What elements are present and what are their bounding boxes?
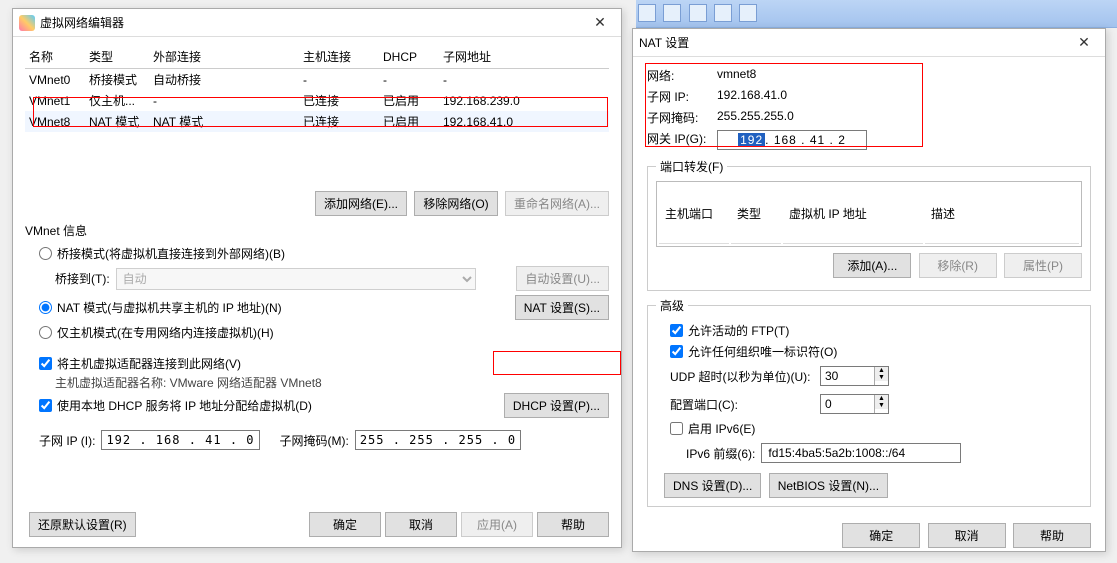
col-ext[interactable]: 外部连接	[149, 45, 299, 69]
help-button[interactable]: 帮助	[537, 512, 609, 537]
toolbar-icon	[689, 4, 707, 22]
advanced-legend: 高级	[656, 297, 688, 314]
col-name[interactable]: 名称	[25, 45, 85, 69]
subnet-mask-input[interactable]: 255 . 255 . 255 . 0	[355, 430, 521, 450]
subnet-mask-label: 子网掩码:	[647, 109, 717, 126]
background-toolbar	[636, 0, 1117, 28]
window-title: 虚拟网络编辑器	[40, 14, 585, 31]
ok-button[interactable]: 确定	[842, 523, 920, 548]
window-title: NAT 设置	[639, 34, 1069, 51]
close-icon[interactable]: ✕	[585, 14, 615, 31]
port-forward-table[interactable]: 主机端口 类型 虚拟机 IP 地址 描述	[656, 181, 1082, 247]
chk-any-oid-label: 允许任何组织唯一标识符(O)	[688, 343, 837, 360]
col-type[interactable]: 类型	[85, 45, 149, 69]
chk-any-oid[interactable]	[670, 345, 683, 358]
config-port-input[interactable]	[821, 395, 869, 413]
radio-bridge[interactable]	[39, 247, 52, 260]
apply-button: 应用(A)	[461, 512, 533, 537]
chk-active-ftp[interactable]	[670, 324, 683, 337]
vmnet-info-label: VMnet 信息	[25, 222, 609, 239]
properties-button: 属性(P)	[1004, 253, 1082, 278]
down-arrow-icon[interactable]: ▼	[875, 374, 888, 381]
radio-nat-label: NAT 模式(与虚拟机共享主机的 IP 地址)(N)	[57, 299, 282, 316]
subnet-mask-value: 255.255.255.0	[717, 109, 794, 126]
down-arrow-icon[interactable]: ▼	[875, 402, 888, 409]
restore-defaults-button[interactable]: 还原默认设置(R)	[29, 512, 136, 537]
gateway-ip-label: 网关 IP(G):	[647, 130, 717, 150]
auto-settings-button: 自动设置(U)...	[516, 266, 609, 291]
radio-hostonly-label: 仅主机模式(在专用网络内连接虚拟机)(H)	[57, 324, 274, 341]
col-subnet[interactable]: 子网地址	[439, 45, 609, 69]
network-value: vmnet8	[717, 67, 756, 84]
up-arrow-icon[interactable]: ▲	[875, 367, 888, 374]
titlebar: 虚拟网络编辑器 ✕	[13, 9, 621, 37]
subnet-ip-value: 192.168.41.0	[717, 88, 787, 105]
netbios-settings-button[interactable]: NetBIOS 设置(N)...	[769, 473, 888, 498]
remove-button: 移除(R)	[919, 253, 997, 278]
config-port-label: 配置端口(C):	[670, 396, 820, 413]
nat-settings-window: NAT 设置 ✕ 网络:vmnet8 子网 IP:192.168.41.0 子网…	[632, 28, 1106, 552]
chk-host-adapter[interactable]	[39, 357, 52, 370]
subnet-ip-input[interactable]: 192 . 168 . 41 . 0	[101, 430, 259, 450]
dns-settings-button[interactable]: DNS 设置(D)...	[664, 473, 761, 498]
ipv6-prefix-label: IPv6 前缀(6):	[686, 445, 755, 462]
virtual-network-editor-window: 虚拟网络编辑器 ✕ 名称 类型 外部连接 主机连接 DHCP 子网地址 VMne…	[12, 8, 622, 548]
col-vmip[interactable]: 虚拟机 IP 地址	[783, 184, 923, 244]
bridge-to-label: 桥接到(T):	[55, 270, 110, 287]
col-desc[interactable]: 描述	[925, 184, 1079, 244]
chk-host-adapter-label: 将主机虚拟适配器连接到此网络(V)	[57, 355, 241, 372]
col-host[interactable]: 主机连接	[299, 45, 379, 69]
table-row[interactable]: VMnet8 NAT 模式 NAT 模式 已连接 已启用 192.168.41.…	[25, 111, 609, 132]
chk-active-ftp-label: 允许活动的 FTP(T)	[688, 322, 789, 339]
help-button[interactable]: 帮助	[1013, 523, 1091, 548]
remove-network-button[interactable]: 移除网络(O)	[414, 191, 497, 216]
udp-timeout-spinner[interactable]: ▲▼	[820, 366, 889, 386]
up-arrow-icon[interactable]: ▲	[875, 395, 888, 402]
gateway-ip-input[interactable]: 192. 168 . 41 . 2	[717, 130, 867, 150]
app-icon	[19, 15, 35, 31]
subnet-ip-label: 子网 IP (I):	[39, 432, 95, 449]
ipv6-prefix-input[interactable]	[761, 443, 961, 463]
radio-nat[interactable]	[39, 301, 52, 314]
chk-dhcp-label: 使用本地 DHCP 服务将 IP 地址分配给虚拟机(D)	[57, 397, 312, 414]
subnet-ip-label: 子网 IP:	[647, 88, 717, 105]
advanced-group: 高级 允许活动的 FTP(T) 允许任何组织唯一标识符(O) UDP 超时(以秒…	[647, 297, 1091, 507]
toolbar-icon	[714, 4, 732, 22]
toolbar-icon	[663, 4, 681, 22]
port-forward-group: 端口转发(F) 主机端口 类型 虚拟机 IP 地址 描述 添加(A)... 移除…	[647, 158, 1091, 291]
chk-ipv6[interactable]	[670, 422, 683, 435]
chk-ipv6-label: 启用 IPv6(E)	[688, 420, 755, 437]
chk-dhcp[interactable]	[39, 399, 52, 412]
dhcp-settings-button[interactable]: DHCP 设置(P)...	[504, 393, 609, 418]
col-type[interactable]: 类型	[731, 184, 781, 244]
add-button[interactable]: 添加(A)...	[833, 253, 911, 278]
udp-timeout-input[interactable]	[821, 367, 869, 385]
cancel-button[interactable]: 取消	[385, 512, 457, 537]
adapter-name: 主机虚拟适配器名称: VMware 网络适配器 VMnet8	[25, 374, 609, 391]
network-table[interactable]: 名称 类型 外部连接 主机连接 DHCP 子网地址 VMnet0 桥接模式 自动…	[25, 45, 609, 132]
subnet-mask-label: 子网掩码(M):	[280, 432, 349, 449]
ok-button[interactable]: 确定	[309, 512, 381, 537]
col-dhcp[interactable]: DHCP	[379, 45, 439, 69]
bridge-to-select: 自动	[116, 268, 476, 290]
toolbar-icon	[638, 4, 656, 22]
radio-bridge-label: 桥接模式(将虚拟机直接连接到外部网络)(B)	[57, 245, 285, 262]
nat-settings-button[interactable]: NAT 设置(S)...	[515, 295, 609, 320]
rename-network-button: 重命名网络(A)...	[505, 191, 609, 216]
network-label: 网络:	[647, 67, 717, 84]
table-row[interactable]: VMnet1 仅主机... - 已连接 已启用 192.168.239.0	[25, 90, 609, 111]
port-forward-legend: 端口转发(F)	[656, 158, 727, 175]
toolbar-icon	[739, 4, 757, 22]
col-hostport[interactable]: 主机端口	[659, 184, 729, 244]
radio-hostonly[interactable]	[39, 326, 52, 339]
config-port-spinner[interactable]: ▲▼	[820, 394, 889, 414]
close-icon[interactable]: ✕	[1069, 34, 1099, 51]
table-row[interactable]: VMnet0 桥接模式 自动桥接 - - -	[25, 69, 609, 91]
cancel-button[interactable]: 取消	[928, 523, 1006, 548]
titlebar: NAT 设置 ✕	[633, 29, 1105, 57]
udp-timeout-label: UDP 超时(以秒为单位)(U):	[670, 368, 820, 385]
add-network-button[interactable]: 添加网络(E)...	[315, 191, 407, 216]
